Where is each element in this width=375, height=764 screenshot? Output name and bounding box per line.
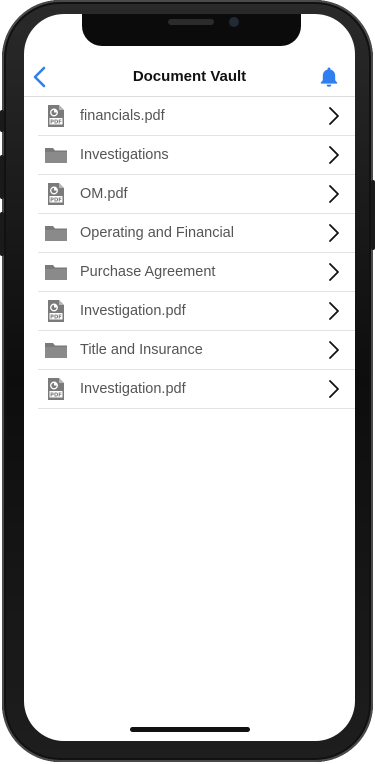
chevron-right-icon [329, 146, 339, 164]
svg-text:PDF: PDF [50, 197, 62, 203]
list-item[interactable]: PDF OM.pdf [38, 175, 355, 214]
list-item[interactable]: Purchase Agreement [38, 253, 355, 292]
speaker-grille [168, 19, 214, 25]
folder-icon-wrapper [44, 260, 68, 284]
list-item-label: Investigations [80, 147, 169, 163]
pdf-file-icon: PDF [48, 183, 64, 205]
list-item-label: OM.pdf [80, 186, 128, 202]
pdf-file-icon-wrapper: PDF [44, 104, 68, 128]
chevron-left-icon [33, 66, 46, 88]
list-item[interactable]: Title and Insurance [38, 331, 355, 370]
list-item-label: Title and Insurance [80, 342, 203, 358]
pdf-file-icon-wrapper: PDF [44, 377, 68, 401]
volume-up-button [0, 155, 4, 199]
folder-icon [45, 343, 67, 358]
pdf-file-icon: PDF [48, 378, 64, 400]
chevron-right-icon [329, 263, 339, 281]
chevron-right-icon [329, 380, 339, 398]
list-item-label: Purchase Agreement [80, 264, 216, 280]
pdf-file-icon: PDF [48, 105, 64, 127]
navigation-bar: Document Vault [24, 58, 355, 97]
list-item[interactable]: PDF financials.pdf [38, 97, 355, 136]
list-item-label: Investigation.pdf [80, 303, 186, 319]
chevron-right-icon-wrapper [327, 145, 341, 165]
list-item-label: financials.pdf [80, 108, 165, 124]
phone-frame: Document Vault PDF financials.pdf Investig… [0, 0, 375, 762]
chevron-right-icon-wrapper [327, 223, 341, 243]
chevron-right-icon-wrapper [327, 379, 341, 399]
pdf-file-icon: PDF [48, 300, 64, 322]
folder-icon-wrapper [44, 338, 68, 362]
notifications-button[interactable] [317, 65, 341, 89]
chevron-right-icon-wrapper [327, 301, 341, 321]
chevron-right-icon [329, 302, 339, 320]
list-item[interactable]: PDF Investigation.pdf [38, 292, 355, 331]
volume-down-button [0, 212, 4, 256]
power-button [371, 180, 375, 250]
chevron-right-icon-wrapper [327, 262, 341, 282]
chevron-right-icon [329, 107, 339, 125]
chevron-right-icon-wrapper [327, 184, 341, 204]
list-item-label: Operating and Financial [80, 225, 234, 241]
list-item-label: Investigation.pdf [80, 381, 186, 397]
chevron-right-icon-wrapper [327, 340, 341, 360]
folder-icon [45, 265, 67, 280]
folder-icon [45, 148, 67, 163]
folder-icon-wrapper [44, 143, 68, 167]
folder-icon-wrapper [44, 221, 68, 245]
list-item[interactable]: Operating and Financial [38, 214, 355, 253]
chevron-right-icon [329, 224, 339, 242]
notch [82, 14, 301, 46]
back-button[interactable] [30, 65, 52, 89]
svg-text:PDF: PDF [50, 314, 62, 320]
svg-text:PDF: PDF [50, 119, 62, 125]
bell-icon [320, 67, 338, 87]
folder-icon [45, 226, 67, 241]
pdf-file-icon-wrapper: PDF [44, 299, 68, 323]
mute-switch [0, 110, 4, 132]
front-camera [229, 17, 239, 27]
screen: Document Vault PDF financials.pdf Investig… [24, 14, 355, 741]
chevron-right-icon [329, 341, 339, 359]
svg-text:PDF: PDF [50, 392, 62, 398]
page-title: Document Vault [132, 68, 247, 85]
document-list: PDF financials.pdf Investigations PDF OM.pdf… [38, 97, 355, 409]
list-item[interactable]: PDF Investigation.pdf [38, 370, 355, 409]
home-indicator[interactable] [130, 727, 250, 732]
list-item[interactable]: Investigations [38, 136, 355, 175]
chevron-right-icon-wrapper [327, 106, 341, 126]
pdf-file-icon-wrapper: PDF [44, 182, 68, 206]
chevron-right-icon [329, 185, 339, 203]
